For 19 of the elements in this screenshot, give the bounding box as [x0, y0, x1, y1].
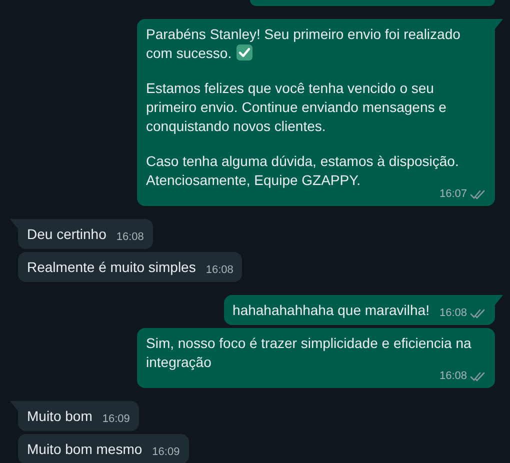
double-check-icon: [470, 308, 486, 319]
message-text: Caso tenha alguma dúvida, estamos à disposição. Atenciosamente, Equipe GZAPPY.: [146, 152, 460, 189]
message-text: Deu certinho: [27, 225, 106, 244]
message-text: Muito bom: [27, 407, 92, 426]
double-check-icon: [470, 371, 486, 382]
message-text: hahahahahhaha que maravilha!: [232, 301, 430, 320]
message-time: 16:08: [439, 370, 467, 383]
message-time: 16:09: [102, 413, 130, 426]
message-text: Sim, nosso foco é trazer simplicidade e eficiencia na integração: [146, 334, 472, 371]
message-text: Parabéns Stanley! Seu primeiro envio foi realizado com sucesso.: [146, 25, 462, 63]
message-time: 16:09: [152, 446, 180, 459]
double-check-icon: [470, 189, 486, 200]
message-text: Muito bom mesmo: [27, 440, 142, 459]
message-text: Estamos felizes que você tenha vencido o seu primeiro envio. Continue enviando mensagens e conquistando novos clientes.: [146, 79, 448, 136]
message-time: 16:08: [206, 264, 234, 277]
message-time: 16:08: [439, 307, 467, 320]
message-time: 16:08: [116, 231, 144, 244]
message-time: 16:07: [439, 188, 467, 201]
message-text: Realmente é muito simples: [27, 258, 196, 277]
